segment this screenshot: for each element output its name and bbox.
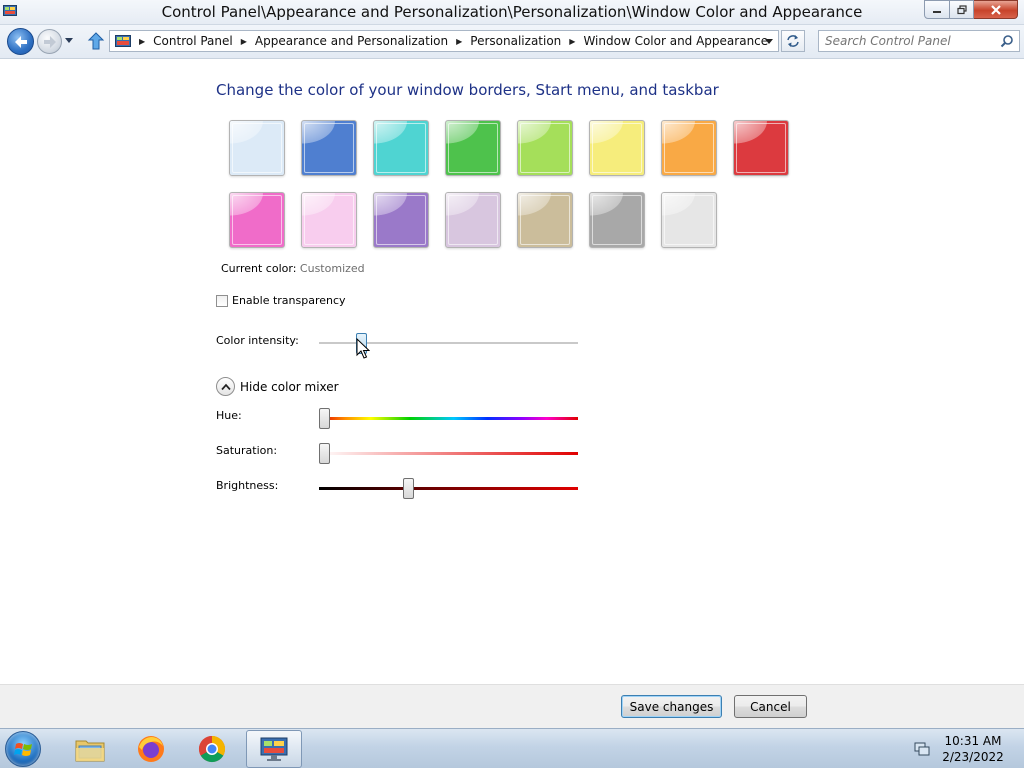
refresh-button[interactable]: [781, 30, 805, 52]
breadcrumb-separator-icon[interactable]: ▶: [569, 37, 575, 46]
folder-icon: [75, 740, 105, 762]
title-bar: Control Panel\Appearance and Personaliza…: [0, 0, 1024, 25]
network-icon[interactable]: [914, 741, 930, 757]
search-input[interactable]: [819, 31, 999, 51]
color-swatch-slate[interactable]: [661, 192, 717, 248]
restore-icon: [956, 4, 967, 14]
chevron-up-icon[interactable]: [216, 377, 235, 396]
color-mixer-toggle[interactable]: Hide color mixer: [216, 377, 339, 396]
refresh-icon: [787, 35, 799, 47]
breadcrumb: ▶ Control Panel ▶ Appearance and Persona…: [131, 34, 768, 48]
window-title: Control Panel\Appearance and Personaliza…: [161, 3, 863, 21]
transparency-checkbox[interactable]: [216, 294, 228, 307]
firefox-icon: [138, 736, 164, 762]
breadcrumb-personalization[interactable]: Personalization: [470, 34, 561, 48]
breadcrumb-separator-icon[interactable]: ▶: [241, 37, 247, 46]
up-arrow-icon[interactable]: [86, 30, 106, 52]
color-swatch-ruby[interactable]: [733, 120, 789, 176]
save-changes-button[interactable]: Save changes: [621, 695, 722, 718]
dialog-footer: Save changes Cancel: [0, 684, 1024, 728]
search-icon[interactable]: [1000, 34, 1014, 48]
hue-slider-track[interactable]: [319, 417, 578, 420]
address-dropdown-icon[interactable]: [764, 38, 774, 46]
intensity-label: Color intensity:: [216, 334, 299, 347]
breadcrumb-appearance-and-personalization[interactable]: Appearance and Personalization: [255, 34, 448, 48]
window-controls: [924, 0, 1018, 20]
cancel-button[interactable]: Cancel: [734, 695, 807, 718]
brightness-slider-thumb[interactable]: [403, 478, 414, 499]
color-mixer-toggle-label[interactable]: Hide color mixer: [240, 380, 339, 394]
saturation-slider-thumb[interactable]: [319, 443, 330, 464]
color-swatch-lavender[interactable]: [445, 192, 501, 248]
color-swatch-violet[interactable]: [373, 192, 429, 248]
search-box: [818, 30, 1020, 52]
breadcrumb-window-color-and-appearance[interactable]: Window Color and Appearance: [583, 34, 768, 48]
color-swatch-leaf[interactable]: [445, 120, 501, 176]
back-button[interactable]: [7, 28, 34, 55]
taskbar-explorer[interactable]: [62, 730, 118, 768]
forward-button[interactable]: [37, 29, 62, 54]
current-color-value: Customized: [299, 262, 365, 275]
breadcrumb-separator-icon[interactable]: ▶: [139, 37, 145, 46]
transparency-label[interactable]: Enable transparency: [232, 294, 346, 307]
hue-slider-thumb[interactable]: [319, 408, 330, 429]
clock-time: 10:31 AM: [944, 734, 1002, 748]
color-swatch-chocolate[interactable]: [589, 192, 645, 248]
restore-button[interactable]: [950, 0, 974, 19]
color-swatch-fuchsia[interactable]: [229, 192, 285, 248]
clock[interactable]: 10:31 AM 2/23/2022: [940, 733, 1006, 765]
color-swatch-lime[interactable]: [517, 120, 573, 176]
saturation-label: Saturation:: [216, 444, 278, 457]
color-swatch-sea[interactable]: [373, 120, 429, 176]
control-panel-icon: [260, 737, 288, 761]
breadcrumb-control-panel[interactable]: Control Panel: [153, 34, 233, 48]
taskbar: 10:31 AM 2/23/2022: [0, 728, 1024, 768]
color-swatch-lemon[interactable]: [589, 120, 645, 176]
hue-label: Hue:: [216, 409, 242, 422]
color-swatch-pumpkin[interactable]: [661, 120, 717, 176]
taskbar-chrome[interactable]: [184, 730, 240, 768]
minimize-icon: [933, 10, 941, 13]
current-color-label: Current color:: [221, 262, 297, 275]
windows-logo-icon: [14, 743, 32, 756]
color-swatch-sky[interactable]: [229, 120, 285, 176]
navigation-bar: ▶ Control Panel ▶ Appearance and Persona…: [0, 25, 1024, 59]
mouse-cursor-icon: [356, 338, 370, 359]
taskbar-control-panel[interactable]: [246, 730, 302, 768]
saturation-slider-track[interactable]: [319, 452, 578, 455]
page-title: Change the color of your window borders,…: [216, 81, 719, 99]
color-swatch-taupe[interactable]: [517, 192, 573, 248]
current-color: Current color: Customized: [221, 262, 365, 275]
breadcrumb-separator-icon[interactable]: ▶: [456, 37, 462, 46]
taskbar-firefox[interactable]: [123, 730, 179, 768]
brightness-slider-track[interactable]: [319, 487, 578, 490]
clock-date: 2/23/2022: [942, 750, 1004, 764]
chrome-icon: [198, 735, 226, 763]
recent-pages-dropdown[interactable]: [64, 37, 74, 45]
close-button[interactable]: [974, 0, 1018, 19]
transparency-row: Enable transparency: [216, 294, 346, 307]
forward-arrow-icon: [44, 36, 56, 48]
back-arrow-icon: [15, 36, 27, 48]
control-panel-icon: [115, 35, 131, 47]
brightness-label: Brightness:: [216, 479, 279, 492]
start-button[interactable]: [5, 731, 41, 767]
color-swatch-blush[interactable]: [301, 192, 357, 248]
close-icon: [990, 4, 1001, 15]
color-swatch-twilight[interactable]: [301, 120, 357, 176]
address-bar[interactable]: ▶ Control Panel ▶ Appearance and Persona…: [109, 30, 779, 52]
minimize-button[interactable]: [924, 0, 950, 19]
